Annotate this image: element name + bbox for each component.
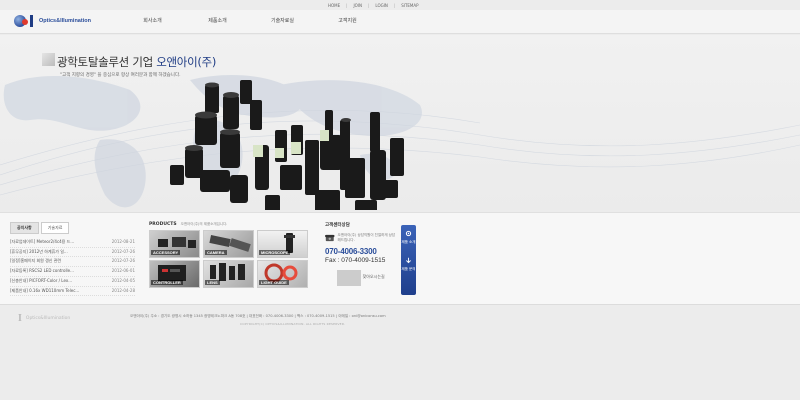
product-label: LENS (205, 280, 220, 285)
nav-tech[interactable]: 기술자료실 (250, 10, 315, 32)
arrow-down-icon (406, 257, 411, 264)
product-controller[interactable]: CONTROLLER (149, 260, 200, 288)
directions-label: 찾아오시는길 (362, 274, 385, 279)
footer-logo-text: Optics&Illumination (25, 316, 71, 321)
footer-address: 오앤아이(주) 주소 : 경기도 광명시 소하동 1345 광명테크노파크 A동… (130, 314, 386, 318)
notice-board: 공지사항 기술자료 [자료업데이트] Meteor2/4c4용 드... 2012… (10, 222, 135, 297)
notice-tabs: 공지사항 기술자료 (10, 222, 135, 234)
cube-graphic (42, 53, 55, 66)
product-label: ACCESSORY (151, 250, 181, 255)
product-label: MICROSCOPE (259, 250, 291, 255)
nav-products[interactable]: 제품소개 (185, 10, 250, 32)
notice-title[interactable]: [신총안내] PICFORT-Color / Lex... (10, 277, 72, 286)
notice-date: 2012-08-21 (111, 239, 135, 244)
separator: | (368, 3, 370, 8)
notice-date: 2012-07-26 (111, 258, 135, 264)
products-title: PRODUCTS (149, 222, 177, 227)
list-item[interactable]: [휴무공지] 2012년 하계휴가 일... 2012-07-26 (10, 248, 135, 258)
notice-date: 2012-04-28 (111, 287, 135, 293)
product-grid: ACCESSORY CAMERA MICROSCOPE CONTROLLER L… (149, 230, 314, 288)
notice-title[interactable]: [자료등록] RSCS2 LED controlle... (10, 267, 74, 276)
notice-date: 2012-06-01 (111, 268, 135, 274)
list-item[interactable]: [자료업데이트] Meteor2/4c4용 드... 2012-08-21 (10, 238, 135, 248)
footer-logo: I Optics&Illumination (18, 313, 70, 324)
products-subtitle: 오앤아이(주)의 제품소개입니다. (180, 222, 228, 226)
product-label: LIGHT GUIDE (259, 280, 289, 285)
footer-copyright: COPYRIGHT(C) OPTICS&ILLUMINATION. ALL RI… (240, 322, 346, 326)
products-panel: PRODUCTS 오앤아이(주)의 제품소개입니다. ACCESSORY CAME… (149, 222, 314, 288)
product-cluster-image (170, 80, 404, 210)
home-link[interactable]: HOME (328, 2, 340, 10)
hero-banner: 광학토탈솔루션 기업 오앤아이(주) "고객 지향의 경영" 을 중심으로 항상… (0, 35, 800, 210)
hero-subtitle: "고객 지향의 경영" 을 중심으로 항상 여러분과 함께 하겠습니다. (60, 73, 181, 78)
hero-title: 광학토탈솔루션 기업 오앤아이(주) (57, 54, 216, 70)
footer: I Optics&Illumination 오앤아이(주) 주소 : 경기도 광… (0, 304, 800, 400)
contact-panel: 고객센터상담 오앤아이(주) 상담직원이 친절하게 상담해드립니다. 070-4… (325, 222, 397, 286)
notice-title[interactable]: [제품안내] 0.16x WD110mm Telec... (10, 287, 79, 296)
logo-text: Optics&Illumination (39, 18, 91, 24)
fax-number: Fax : 070-4009-1515 (325, 257, 386, 264)
list-item[interactable]: [일정]홈페이지 회원 갱신 관련 2012-07-26 (10, 257, 135, 268)
product-light-guide[interactable]: LIGHT GUIDE (257, 260, 308, 288)
notice-title[interactable]: [일정]홈페이지 회원 갱신 관련 (10, 257, 61, 266)
product-microscope[interactable]: MICROSCOPE (257, 230, 308, 258)
product-label: CAMERA (205, 250, 227, 255)
footer-logo-icon: I (18, 313, 22, 324)
notice-title[interactable]: [자료업데이트] Meteor2/4c4용 드... (10, 238, 74, 247)
separator: | (346, 3, 348, 8)
notice-date: 2012-07-26 (111, 248, 135, 254)
login-link[interactable]: LOGIN (375, 2, 388, 10)
separator: | (393, 3, 396, 8)
list-item[interactable]: [제품안내] 0.16x WD110mm Telec... 2012-04-28 (10, 287, 135, 297)
sitemap-link[interactable]: SITEMAP (401, 2, 418, 10)
contact-title: 고객센터상담 (325, 223, 350, 228)
hero-title-company: 오앤아이(주) (156, 55, 217, 69)
logo-icon (14, 14, 36, 28)
tab-tech-docs[interactable]: 기술자료 (40, 222, 70, 234)
contact-phone-row: 오앤아이(주) 상담직원이 친절하게 상담해드립니다. (325, 233, 397, 243)
nav-support[interactable]: 고객지원 (315, 10, 380, 32)
notice-list: [자료업데이트] Meteor2/4c4용 드... 2012-08-21 [휴무… (10, 238, 135, 297)
tab-notice[interactable]: 공지사항 (10, 222, 39, 234)
notice-title[interactable]: [휴무공지] 2012년 하계휴가 일... (10, 248, 68, 257)
contact-description: 오앤아이(주) 상담직원이 친절하게 상담해드립니다. (337, 233, 396, 242)
main-nav: 회사소개 제품소개 기술자료실 고객지원 (120, 10, 380, 32)
map-thumbnail (337, 270, 362, 286)
gear-icon (405, 230, 412, 237)
quick-menu: 제품 소개 제품 문의 (401, 225, 416, 295)
list-item[interactable]: [자료등록] RSCS2 LED controlle... 2012-06-01 (10, 267, 135, 277)
quick-product-inquiry[interactable]: 제품 문의 (401, 257, 416, 272)
nav-company[interactable]: 회사소개 (120, 10, 185, 32)
util-links: HOME | JOIN | LOGIN | SITEMAP (328, 2, 419, 10)
logo[interactable]: Optics&Illumination (14, 14, 91, 28)
content-section: 공지사항 기술자료 [자료업데이트] Meteor2/4c4용 드... 2012… (0, 212, 800, 304)
product-label: CONTROLLER (151, 280, 183, 285)
directions-link[interactable]: 찾아오시는길 (325, 268, 397, 286)
join-link[interactable]: JOIN (354, 2, 363, 10)
quick-product-info-label: 제품 소개 (401, 240, 416, 244)
notice-date: 2012-04-05 (111, 277, 135, 283)
phone-icon (325, 234, 335, 242)
product-accessory[interactable]: ACCESSORY (149, 230, 200, 258)
header: Optics&Illumination 회사소개 제품소개 기술자료실 고객지원 (0, 10, 800, 34)
quick-product-info[interactable]: 제품 소개 (401, 230, 416, 245)
product-lens[interactable]: LENS (203, 260, 254, 288)
phone-number: 070-4006-3300 (325, 247, 377, 256)
quick-product-inquiry-label: 제품 문의 (401, 267, 416, 271)
hero-title-text: 광학토탈솔루션 기업 (57, 55, 157, 69)
products-heading: PRODUCTS 오앤아이(주)의 제품소개입니다. (149, 222, 314, 227)
list-item[interactable]: [신총안내] PICFORT-Color / Lex... 2012-04-05 (10, 277, 135, 287)
product-camera[interactable]: CAMERA (203, 230, 254, 258)
